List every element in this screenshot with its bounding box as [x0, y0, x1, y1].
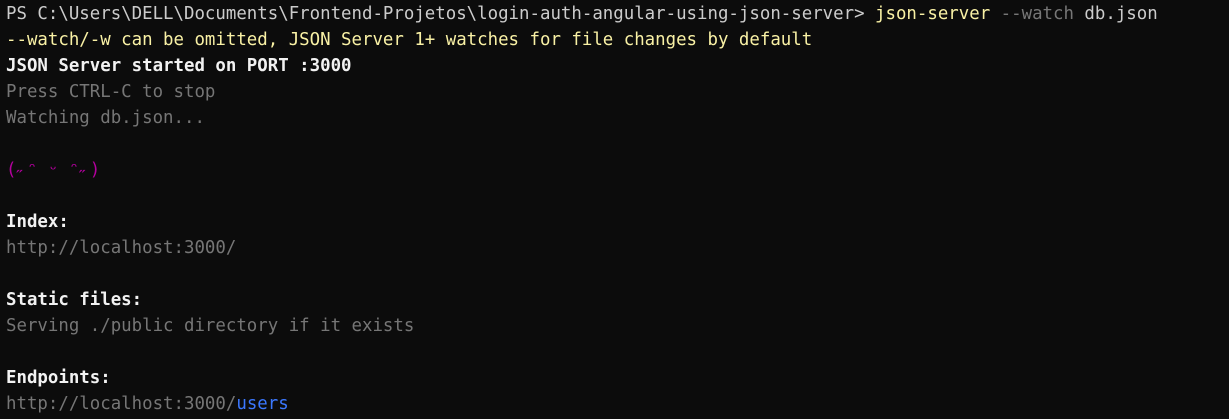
- kaomoji-line: (˶ᵔ ᵕ ᵔ˶): [6, 157, 1223, 183]
- watch-notice-line: --watch/-w can be omitted, JSON Server 1…: [6, 27, 1223, 53]
- endpoints-heading: Endpoints:: [6, 365, 1223, 391]
- text-segment: (˶ᵔ ᵕ ᵔ˶): [6, 160, 101, 180]
- terminal-output[interactable]: PS C:\Users\DELL\Documents\Frontend-Proj…: [0, 0, 1229, 419]
- server-started-line: JSON Server started on PORT :3000: [6, 53, 1223, 79]
- stop-hint-line: Press CTRL-C to stop: [6, 79, 1223, 105]
- static-files-heading: Static files:: [6, 287, 1223, 313]
- text-segment: --watch: [990, 4, 1074, 24]
- index-url: http://localhost:3000/: [6, 235, 1223, 261]
- watching-line: Watching db.json...: [6, 105, 1223, 131]
- text-segment: Watching db.json...: [6, 108, 205, 128]
- text-segment: Press CTRL-C to stop: [6, 82, 216, 102]
- text-segment: http://localhost:3000/: [6, 394, 237, 414]
- text-segment: PS C:\Users\DELL\Documents\Frontend-Proj…: [6, 4, 876, 24]
- text-segment: Serving ./public directory if it exists: [6, 316, 415, 336]
- text-segment: Endpoints:: [6, 368, 111, 388]
- endpoint-users-url: http://localhost:3000/users: [6, 391, 1223, 417]
- text-segment: Index:: [6, 212, 69, 232]
- text-segment: users: [236, 394, 289, 414]
- text-segment: http://localhost:3000/: [6, 238, 237, 258]
- text-segment: Static files:: [6, 290, 143, 310]
- text-segment: json-server: [875, 4, 991, 24]
- static-files-info: Serving ./public directory if it exists: [6, 313, 1223, 339]
- text-segment: JSON Server started on PORT :3000: [6, 56, 352, 76]
- text-segment: --watch/-w can be omitted, JSON Server 1…: [6, 30, 813, 50]
- index-heading: Index:: [6, 209, 1223, 235]
- text-segment: db.json: [1073, 4, 1158, 24]
- prompt-line: PS C:\Users\DELL\Documents\Frontend-Proj…: [6, 1, 1223, 27]
